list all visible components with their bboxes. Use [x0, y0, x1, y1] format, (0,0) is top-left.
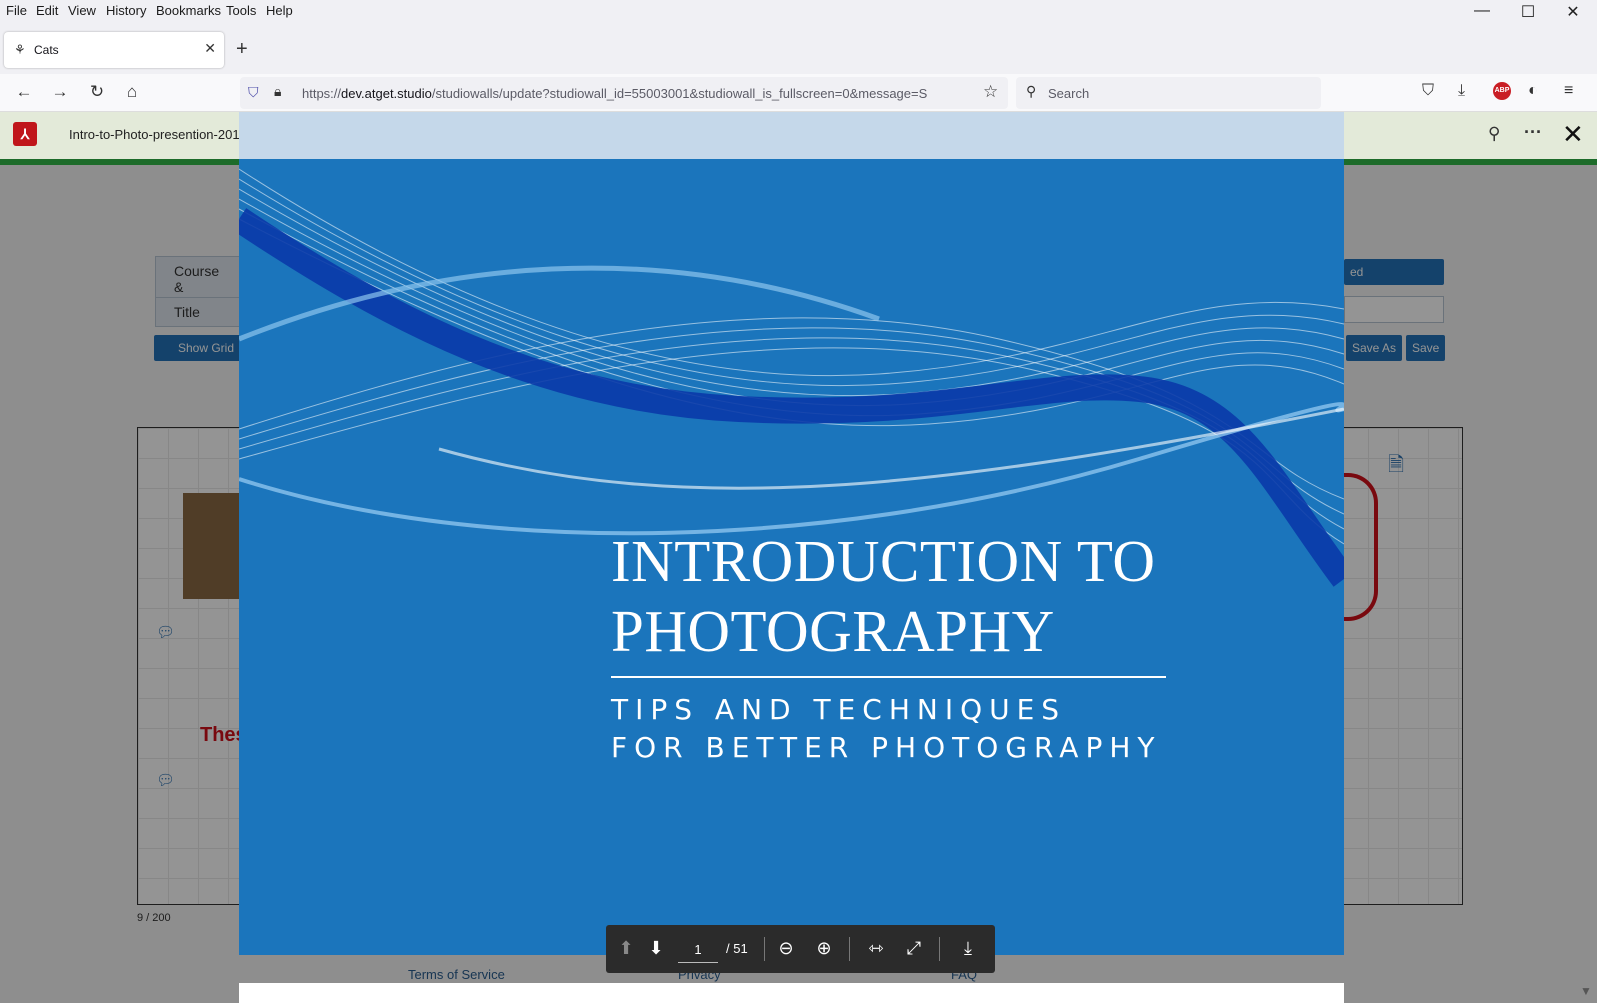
- menu-file[interactable]: File: [6, 3, 27, 18]
- menu-bar: File Edit View History Bookmarks Tools H…: [0, 0, 1597, 22]
- page-content: Course & Title Show Grid ed Save As Save…: [0, 112, 1597, 1003]
- tab-close-icon[interactable]: ✕: [204, 40, 216, 57]
- forward-icon[interactable]: →: [48, 82, 72, 102]
- tab-favicon-icon: ⚘: [14, 42, 26, 57]
- extension-icon[interactable]: ◐: [1528, 82, 1538, 100]
- tab-strip: ⚘ Cats ✕ +: [0, 30, 1597, 70]
- menu-edit[interactable]: Edit: [36, 3, 58, 18]
- nav-bar: ← → ↻ ⌂ ⛉ 🔒︎ https://dev.atget.studio/st…: [0, 74, 1597, 112]
- pdf-app-icon: ⅄: [13, 122, 37, 146]
- tab-cats[interactable]: ⚘ Cats ✕: [4, 32, 224, 68]
- menu-tools[interactable]: Tools: [226, 3, 256, 18]
- menu-history[interactable]: History: [106, 3, 146, 18]
- page-number-input[interactable]: 1: [678, 937, 718, 963]
- reload-icon[interactable]: ↻: [85, 82, 109, 102]
- close-window-button[interactable]: ✕: [1553, 2, 1593, 26]
- home-icon[interactable]: ⌂: [120, 82, 144, 102]
- tab-title: Cats: [34, 43, 59, 57]
- slide-subtitle: TIPS AND TECHNIQUES FOR BETTER PHOTOGRAP…: [611, 691, 1162, 767]
- url-text: https://dev.atget.studio/studiowalls/upd…: [302, 86, 928, 101]
- slide-divider: [611, 676, 1166, 678]
- slide-title: INTRODUCTION TO PHOTOGRAPHY: [611, 526, 1156, 666]
- lock-icon[interactable]: 🔒︎: [274, 83, 281, 100]
- slide-top-margin: [239, 112, 1344, 159]
- slide-title-line2: PHOTOGRAPHY: [611, 598, 1055, 664]
- download-icon[interactable]: ⤓: [956, 938, 980, 959]
- pdf-toolbar: ⬆ ⬇ 1 / 51 ⊖ ⊕ ⇿ ⤢ ⤓: [606, 925, 995, 973]
- search-icon: ⚲: [1026, 83, 1037, 99]
- next-page-icon[interactable]: ⬇: [644, 938, 668, 959]
- back-icon[interactable]: ←: [12, 82, 36, 102]
- minimize-button[interactable]: —: [1462, 2, 1502, 26]
- menu-bookmarks[interactable]: Bookmarks: [156, 3, 221, 18]
- url-bar[interactable]: ⛉ 🔒︎ https://dev.atget.studio/studiowall…: [240, 77, 1008, 109]
- slide-subtitle-line1: TIPS AND TECHNIQUES: [611, 693, 1067, 726]
- page-total: / 51: [726, 941, 748, 956]
- maximize-button[interactable]: ☐: [1508, 2, 1548, 26]
- previous-page-icon[interactable]: ⬆: [614, 938, 638, 959]
- toolbar-separator: [764, 937, 765, 961]
- more-options-icon[interactable]: ···: [1524, 122, 1542, 143]
- menu-view[interactable]: View: [68, 3, 96, 18]
- scroll-down-arrow[interactable]: ▼: [1580, 984, 1592, 998]
- zoom-out-icon[interactable]: ⊖: [774, 938, 798, 959]
- shield-icon[interactable]: ⛉: [248, 84, 259, 101]
- next-page-edge: [239, 983, 1344, 1003]
- toolbar-separator: [849, 937, 850, 961]
- pocket-icon[interactable]: ⛉: [1422, 82, 1434, 100]
- fit-width-icon[interactable]: ⇿: [864, 938, 888, 959]
- pdf-filename: Intro-to-Photo-presention-20112: [69, 127, 254, 142]
- zoom-in-icon[interactable]: ⊕: [812, 938, 836, 959]
- new-tab-button[interactable]: +: [236, 38, 248, 61]
- app-menu-icon[interactable]: ≡: [1564, 82, 1573, 100]
- menu-help[interactable]: Help: [266, 3, 293, 18]
- toolbar-separator: [939, 937, 940, 961]
- adblock-icon[interactable]: ABP: [1493, 82, 1511, 100]
- downloads-icon[interactable]: ⤓: [1458, 82, 1465, 100]
- close-viewer-icon[interactable]: ✕: [1562, 119, 1584, 150]
- slide-title-line1: INTRODUCTION TO: [611, 528, 1156, 594]
- search-bar[interactable]: ⚲ Search: [1016, 77, 1321, 109]
- fit-page-icon[interactable]: ⤢: [902, 938, 926, 959]
- slide-subtitle-line2: FOR BETTER PHOTOGRAPHY: [611, 731, 1162, 764]
- pdf-search-icon[interactable]: ⚲: [1488, 124, 1500, 144]
- search-placeholder: Search: [1048, 86, 1090, 101]
- bookmark-star-icon[interactable]: ☆: [983, 82, 998, 102]
- pdf-page-slide: INTRODUCTION TO PHOTOGRAPHY TIPS AND TEC…: [239, 159, 1344, 955]
